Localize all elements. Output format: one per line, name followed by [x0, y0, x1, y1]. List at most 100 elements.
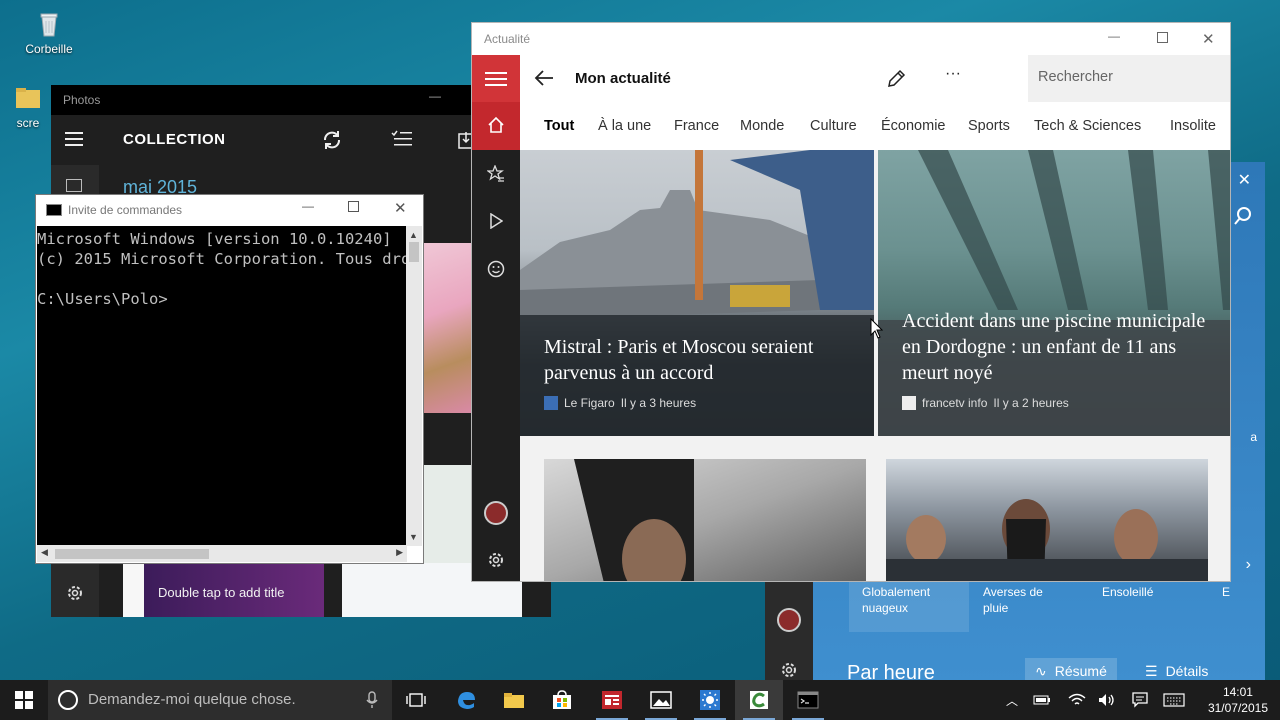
- volume-icon[interactable]: [1095, 680, 1119, 720]
- forecast-item[interactable]: E: [1222, 584, 1242, 600]
- minimize-icon[interactable]: —: [302, 199, 314, 213]
- article-card[interactable]: [886, 459, 1208, 581]
- cortana-search-input[interactable]: Demandez-moi quelque chose.: [48, 680, 392, 720]
- tab-monde[interactable]: Monde: [740, 118, 784, 134]
- minimize-icon[interactable]: —: [429, 89, 441, 103]
- maximize-icon[interactable]: [1157, 32, 1168, 43]
- news-window: Actualité — ✕ Mon actualité ··· Recherch…: [471, 22, 1231, 582]
- edge-icon: [458, 692, 475, 709]
- tab-insolite[interactable]: Insolite: [1170, 118, 1216, 134]
- console-icon: [797, 691, 819, 709]
- collection-icon[interactable]: [66, 179, 82, 192]
- pool-image: [878, 150, 1230, 436]
- scroll-thumb[interactable]: [409, 242, 419, 262]
- photo-thumbnail[interactable]: [423, 465, 471, 565]
- forecast-item[interactable]: Ensoleillé: [1102, 584, 1212, 600]
- clock-time: 14:01: [1222, 685, 1253, 699]
- search-icon[interactable]: [1233, 206, 1253, 226]
- start-button[interactable]: [0, 680, 48, 720]
- maximize-icon[interactable]: [348, 201, 359, 212]
- tile-title: Double tap to add title: [158, 585, 285, 600]
- photo-thumbnail[interactable]: [423, 243, 471, 413]
- article-card[interactable]: Mistral : Paris et Moscou seraient parve…: [520, 150, 874, 436]
- summary-label: Résumé: [1054, 663, 1107, 679]
- menu-button[interactable]: [472, 55, 520, 102]
- edit-pencil-icon[interactable]: [886, 69, 906, 89]
- more-options-icon[interactable]: ···: [945, 65, 961, 83]
- source-name: francetv info: [922, 396, 988, 410]
- rail-home[interactable]: [472, 102, 520, 150]
- minimize-icon[interactable]: —: [1108, 29, 1120, 43]
- wifi-icon[interactable]: [1065, 680, 1089, 720]
- taskbar-file-explorer[interactable]: [490, 680, 538, 720]
- action-center-icon[interactable]: [1128, 680, 1152, 720]
- taskbar-weather[interactable]: [686, 680, 734, 720]
- article-title: Mistral : Paris et Moscou seraient parve…: [544, 336, 814, 384]
- photo-tile[interactable]: Double tap to add title: [144, 563, 324, 617]
- taskbar-store[interactable]: [538, 680, 586, 720]
- settings-icon[interactable]: [779, 660, 799, 680]
- scroll-left-icon[interactable]: ◀: [41, 547, 48, 558]
- refresh-icon[interactable]: [321, 129, 343, 151]
- category-tabs: Tout À la une France Monde Culture Écono…: [520, 102, 1230, 150]
- tab-sports[interactable]: Sports: [968, 118, 1010, 134]
- console-icon: [46, 204, 62, 216]
- news-rail: [472, 55, 520, 581]
- close-icon[interactable]: ✕: [1202, 30, 1215, 48]
- scroll-right-icon[interactable]: ▶: [396, 547, 403, 558]
- tab-tech-sciences[interactable]: Tech & Sciences: [1034, 118, 1141, 134]
- tab-culture[interactable]: Culture: [810, 118, 857, 134]
- avatar[interactable]: [777, 608, 801, 632]
- tab-tout[interactable]: Tout: [544, 118, 574, 134]
- scroll-thumb[interactable]: [55, 549, 209, 559]
- cmd-titlebar: Invite de commandes — ✕: [36, 195, 423, 225]
- taskbar: Demandez-moi quelque chose. ︿ 14:01 31/0…: [0, 680, 1280, 720]
- smiley-icon[interactable]: [487, 260, 505, 278]
- tab-economie[interactable]: Économie: [881, 118, 945, 134]
- mouse-cursor-icon: [870, 318, 884, 339]
- desktop-icon-recycle-bin[interactable]: Corbeille: [9, 8, 89, 56]
- search-placeholder: Demandez-moi quelque chose.: [88, 691, 296, 708]
- microphone-icon[interactable]: [366, 691, 378, 709]
- taskbar-news[interactable]: [588, 680, 636, 720]
- select-icon[interactable]: [391, 130, 413, 150]
- taskbar-photos[interactable]: [637, 680, 685, 720]
- settings-icon[interactable]: [65, 583, 85, 603]
- article-card[interactable]: [544, 459, 866, 581]
- article-source: Le Figaro Il y a 3 heures: [544, 396, 696, 410]
- scroll-up-icon[interactable]: ▲: [409, 230, 418, 240]
- chevron-up-icon[interactable]: ︿: [1000, 680, 1024, 720]
- search-input[interactable]: Rechercher: [1028, 55, 1230, 102]
- settings-icon[interactable]: [486, 550, 506, 570]
- taskbar-cmd[interactable]: [784, 680, 832, 720]
- clock-date: 31/07/2015: [1207, 701, 1268, 715]
- chevron-right-icon[interactable]: ›: [1246, 556, 1251, 574]
- avatar[interactable]: [484, 501, 508, 525]
- taskbar-camtasia[interactable]: [735, 680, 783, 720]
- horizontal-scrollbar[interactable]: ◀ ▶: [37, 545, 407, 562]
- tab-a-la-une[interactable]: À la une: [598, 118, 651, 134]
- vertical-scrollbar[interactable]: ▲ ▼: [406, 226, 422, 546]
- forecast-item[interactable]: Globalement nuageux: [862, 584, 972, 616]
- summary-button[interactable]: ∿ Résumé: [1025, 658, 1117, 682]
- close-icon[interactable]: ✕: [1238, 170, 1251, 190]
- favorites-icon[interactable]: [487, 165, 505, 183]
- console-output[interactable]: Microsoft Windows [version 10.0.10240] (…: [37, 226, 407, 546]
- article-card[interactable]: Accident dans une piscine municipale en …: [878, 150, 1230, 436]
- recorder-icon: [750, 691, 768, 709]
- ship-image: [520, 150, 874, 436]
- hamburger-icon[interactable]: [65, 131, 85, 147]
- forecast-item[interactable]: Averses de pluie: [983, 584, 1063, 616]
- task-view-button[interactable]: [392, 680, 440, 720]
- play-icon[interactable]: [489, 213, 503, 229]
- taskbar-edge[interactable]: [442, 680, 490, 720]
- article-image: [574, 459, 694, 581]
- battery-icon[interactable]: [1030, 680, 1054, 720]
- tab-france[interactable]: France: [674, 118, 719, 134]
- details-button[interactable]: ☰ Détails: [1135, 658, 1218, 682]
- close-icon[interactable]: ✕: [394, 199, 407, 217]
- clock[interactable]: 14:01 31/07/2015: [1208, 684, 1268, 716]
- scroll-down-icon[interactable]: ▼: [409, 532, 418, 542]
- back-arrow-icon[interactable]: [534, 69, 554, 87]
- keyboard-icon[interactable]: [1162, 680, 1186, 720]
